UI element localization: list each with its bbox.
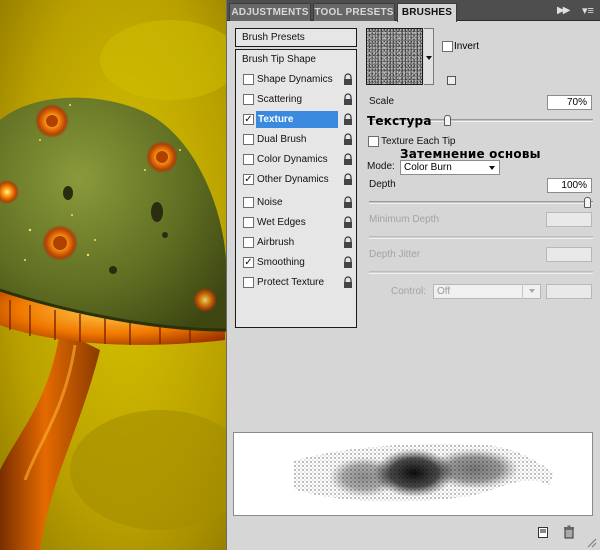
lock-icon[interactable] [343,133,353,146]
lock-icon[interactable] [343,276,353,289]
control-label: Control: [391,286,427,297]
sidebar-item-label: Scattering [257,94,303,105]
double-chevron-right-icon[interactable]: ▶▶ [557,3,570,19]
depth-slider-thumb[interactable] [584,197,591,208]
texture-annotation: Текстура [367,114,432,128]
depth-jitter-field [546,247,592,262]
invert-label: Invert [454,41,480,52]
base-burn-annotation: Затемнение основы [400,147,541,161]
depth-jitter-slider-track [369,271,593,274]
chevron-down-icon [522,284,541,299]
sidebar-item-label: Noise [257,197,283,208]
lock-icon[interactable] [343,153,353,166]
panel-bottom-bar [227,520,600,550]
color-dynamics-checkbox[interactable] [243,154,254,165]
sidebar-item-shape-dynamics[interactable]: Shape Dynamics [240,71,354,88]
sidebar-item-scattering[interactable]: Scattering [240,91,354,108]
lock-icon[interactable] [343,236,353,249]
depth-slider-track[interactable] [369,197,593,208]
texture-pattern-swatch[interactable] [366,28,423,85]
tab-adjustments[interactable]: ADJUSTMENTS [229,3,311,21]
sidebar-item-protect-texture[interactable]: Protect Texture [240,274,354,291]
scale-label: Scale [369,96,395,107]
mode-select[interactable]: Color Burn [400,160,500,175]
sidebar-item-label: Dual Brush [257,134,307,145]
sidebar-item-noise[interactable]: Noise [240,194,354,211]
smoothing-checkbox[interactable]: ✓ [243,257,254,268]
pattern-picker-dropdown[interactable] [424,28,434,85]
brush-presets-label: Brush Presets [242,32,305,43]
lock-icon[interactable] [343,196,353,209]
tab-brushes[interactable]: BRUSHES [397,3,457,22]
panel-menu-icon[interactable]: ▾≡ [582,3,594,19]
control-extra-field [546,284,592,299]
sidebar-item-color-dynamics[interactable]: Color Dynamics [240,151,354,168]
dual-brush-checkbox[interactable] [243,134,254,145]
other-dynamics-checkbox[interactable]: ✓ [243,174,254,185]
minimum-depth-field [546,212,592,227]
resize-grip-icon[interactable] [587,538,597,548]
scale-slider-thumb[interactable] [444,115,451,126]
lock-icon[interactable] [343,216,353,229]
sidebar-item-label: Color Dynamics [257,154,328,165]
protect-texture-checkbox[interactable] [243,277,254,288]
depth-value-field[interactable]: 100% [547,178,592,193]
brush-presets-button[interactable]: Brush Presets [235,28,357,47]
airbrush-checkbox[interactable] [243,237,254,248]
sidebar-item-label: Protect Texture [257,277,325,288]
lock-icon[interactable] [343,93,353,106]
sidebar-item-label: Wet Edges [257,217,306,228]
scale-value-field[interactable]: 70% [547,95,592,110]
invert-checkbox[interactable] [442,41,453,52]
lock-icon[interactable] [343,73,353,86]
texture-checkbox[interactable]: ✓ [243,114,254,125]
lock-icon[interactable] [343,113,353,126]
sidebar-item-airbrush[interactable]: Airbrush [240,234,354,251]
sidebar-item-dual-brush[interactable]: Dual Brush [240,131,354,148]
shape-dynamics-checkbox[interactable] [243,74,254,85]
mode-label: Mode: [367,161,395,172]
new-pattern-icon[interactable] [447,76,456,85]
sidebar-item-label: Smoothing [257,257,305,268]
scattering-checkbox[interactable] [243,94,254,105]
sidebar-item-smoothing[interactable]: ✓ Smoothing [240,254,354,271]
noise-checkbox[interactable] [243,197,254,208]
trash-icon[interactable] [563,525,575,539]
sidebar-item-label: Shape Dynamics [257,74,333,85]
texture-each-tip-label: Texture Each Tip [381,136,456,147]
depth-label: Depth [369,179,396,190]
brushes-panel: ADJUSTMENTS TOOL PRESETS BRUSHES ▶▶ ▾≡ B… [226,0,600,550]
depth-jitter-label: Depth Jitter [369,249,421,260]
sidebar-item-label: Other Dynamics [257,174,329,185]
sidebar-item-label: Airbrush [257,237,295,248]
brush-tip-shape-item[interactable]: Brush Tip Shape [242,51,356,68]
new-preset-icon[interactable] [537,525,549,539]
mushroom-artwork [0,0,226,550]
minimum-depth-slider-track [369,236,593,239]
lock-icon[interactable] [343,173,353,186]
stroke-preview-image [294,444,554,502]
brush-stroke-preview [233,432,593,516]
texture-each-tip-checkbox[interactable] [368,136,379,147]
sidebar-item-other-dynamics[interactable]: ✓ Other Dynamics [240,171,354,188]
artwork-image [0,0,226,550]
sidebar-item-texture[interactable]: ✓ Texture [240,111,354,128]
sidebar-item-wet-edges[interactable]: Wet Edges [240,214,354,231]
lock-icon[interactable] [343,256,353,269]
tab-tool-presets[interactable]: TOOL PRESETS [313,3,395,21]
minimum-depth-label: Minimum Depth [369,214,440,225]
wet-edges-checkbox[interactable] [243,217,254,228]
panel-tab-bar: ADJUSTMENTS TOOL PRESETS BRUSHES ▶▶ ▾≡ [227,0,600,22]
sidebar-item-label: Texture [256,111,338,128]
brush-options-list: Brush Tip Shape Shape Dynamics Scatterin… [235,49,357,328]
